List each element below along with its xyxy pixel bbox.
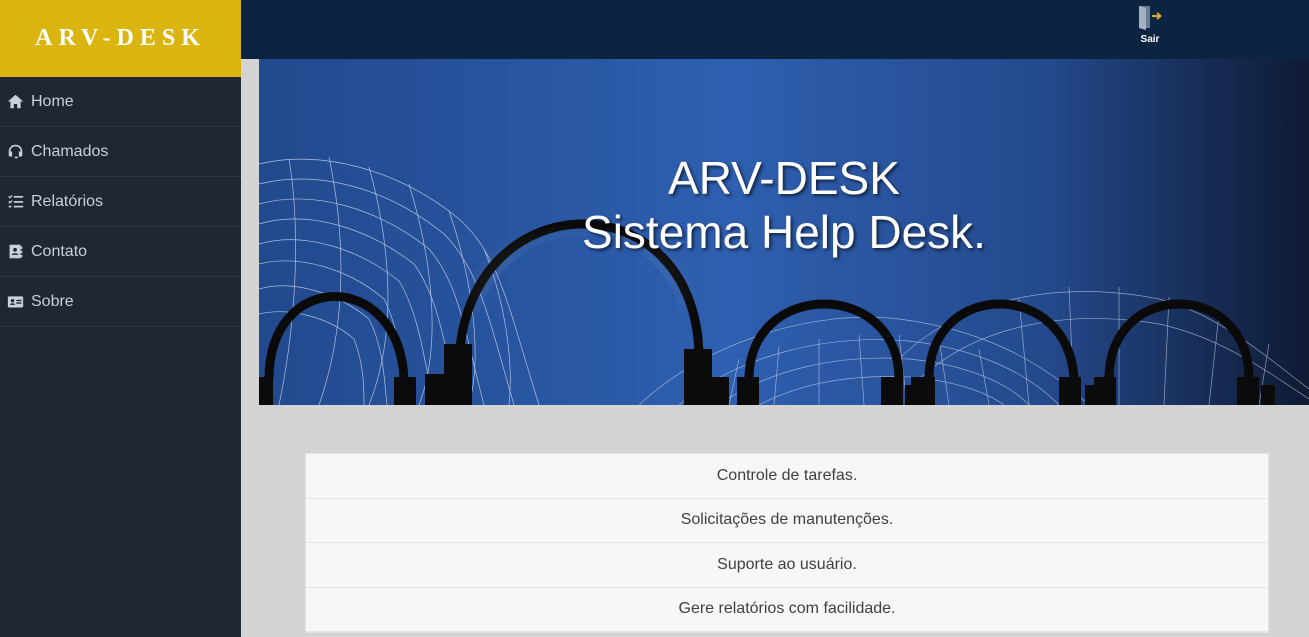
hero-banner: ARV-DESK Sistema Help Desk. [259, 59, 1309, 405]
sidebar-item-sobre[interactable]: Sobre [0, 277, 241, 327]
headset-icon [6, 143, 24, 161]
home-icon [6, 93, 24, 111]
sidebar-item-label: Contato [31, 242, 88, 260]
list-item: Gere relatórios com facilidade. [306, 588, 1268, 632]
banner-subtitle: Sistema Help Desk. [582, 206, 986, 258]
address-book-icon [6, 243, 24, 261]
logout-label: Sair [1140, 34, 1160, 45]
sidebar-item-label: Chamados [31, 142, 109, 160]
sidebar-item-label: Relatórios [31, 192, 104, 210]
list-item: Solicitações de manutenções. [306, 499, 1268, 543]
id-card-icon [6, 293, 24, 311]
logout-button[interactable]: Sair [1136, 5, 1164, 45]
tasks-icon [6, 193, 24, 211]
sidebar-item-contato[interactable]: Contato [0, 227, 241, 277]
feature-list: Controle de tarefas. Solicitações de man… [305, 453, 1269, 633]
sidebar-item-relatorios[interactable]: Relatórios [0, 177, 241, 227]
list-item: Suporte ao usuário. [306, 543, 1268, 588]
list-item: Controle de tarefas. [306, 454, 1268, 499]
sidebar: ARV-DESK Home Chamados Relatórios Contat… [0, 0, 241, 637]
sidebar-item-label: Home [31, 92, 74, 110]
sidebar-item-chamados[interactable]: Chamados [0, 127, 241, 177]
brand-title: ARV-DESK [35, 25, 206, 51]
banner-title: ARV-DESK [668, 152, 900, 204]
brand-logo[interactable]: ARV-DESK [0, 0, 241, 77]
top-navbar: Sair [241, 0, 1309, 59]
sidebar-item-label: Sobre [31, 292, 74, 310]
sidebar-item-home[interactable]: Home [0, 77, 241, 127]
content-gutter [241, 59, 259, 405]
door-exit-icon [1139, 6, 1163, 30]
